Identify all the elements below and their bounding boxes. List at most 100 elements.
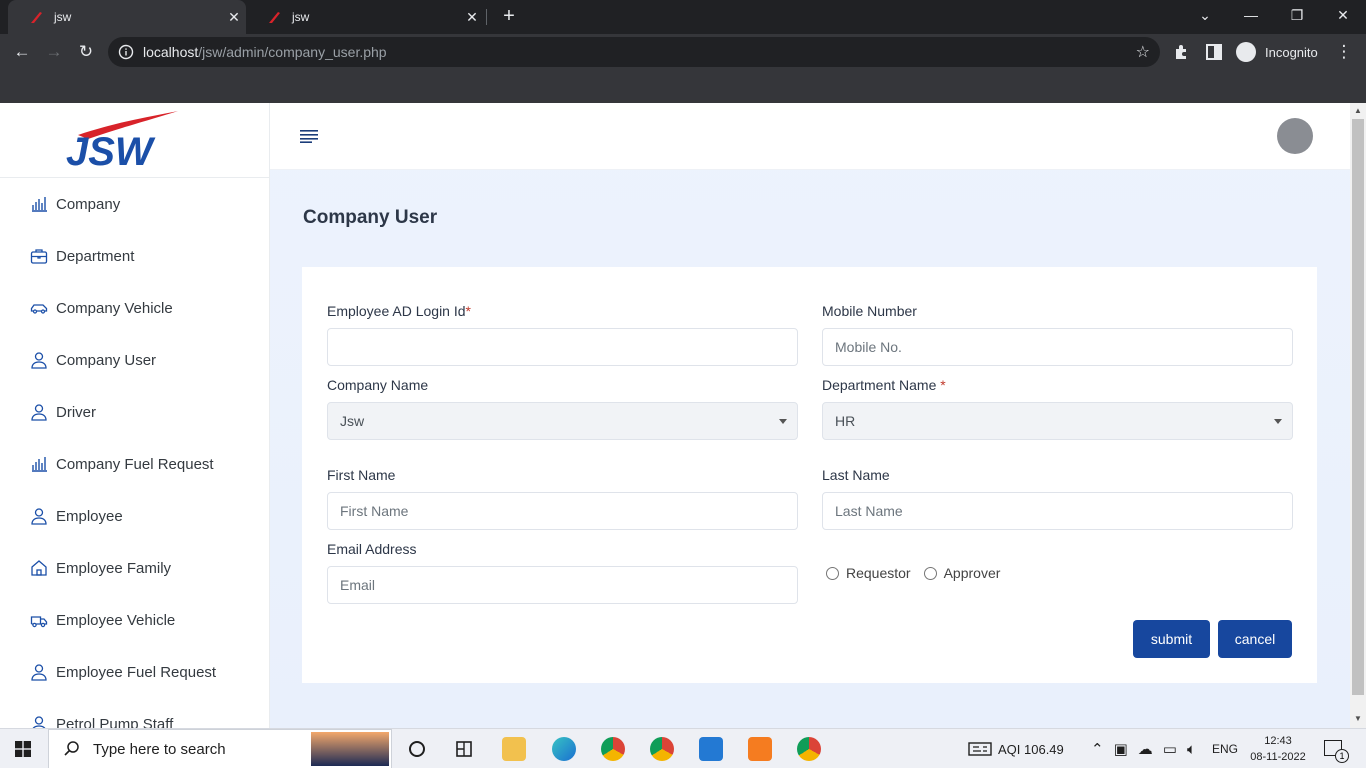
sidebar-item-employee-vehicle[interactable]: Employee Vehicle	[0, 594, 269, 646]
company-user-form: Employee AD Login Id* Mobile Number Comp…	[302, 267, 1317, 683]
user-avatar[interactable]	[1277, 118, 1313, 154]
extensions-puzzle-icon[interactable]	[1172, 42, 1192, 62]
reload-icon[interactable]: ↻	[74, 40, 98, 64]
bar-chart-icon	[32, 457, 47, 472]
forward-arrow-icon[interactable]: →	[42, 40, 66, 64]
bookmark-star-icon[interactable]: ☆	[1136, 42, 1150, 62]
onedrive-cloud-icon[interactable]: ☁	[1138, 740, 1153, 758]
sidebar-item-label: Company Fuel Request	[56, 455, 214, 473]
address-bar[interactable]: localhost/jsw/admin/company_user.php ☆	[108, 37, 1160, 67]
volume-icon[interactable]: 🔈︎	[1187, 741, 1196, 758]
browser-toolbar: ← → ↻ localhost/jsw/admin/company_user.p…	[0, 34, 1366, 70]
browser-menu-icon[interactable]: ⋮	[1332, 40, 1356, 64]
sidebar-item-company[interactable]: Company	[0, 178, 269, 230]
sidebar-item-company-user[interactable]: Company User	[0, 334, 269, 386]
side-panel-icon[interactable]	[1204, 42, 1224, 62]
incognito-indicator[interactable]: Incognito	[1236, 41, 1318, 63]
sidebar-item-label: Company	[56, 195, 121, 213]
scrollbar-thumb[interactable]	[1352, 119, 1364, 695]
vscode-icon[interactable]	[699, 737, 723, 761]
notification-center-icon[interactable]: 1	[1324, 740, 1349, 763]
sidebar: JSW Company Department Company Vehicle C…	[0, 103, 270, 728]
page-scrollbar[interactable]: ▲ ▼	[1350, 103, 1366, 728]
tab-search-chevron-icon[interactable]: ⌄	[1182, 0, 1228, 30]
sidebar-item-employee-family[interactable]: Employee Family	[0, 542, 269, 594]
file-explorer-icon[interactable]	[502, 737, 526, 761]
sidebar-item-company-fuel-request[interactable]: Company Fuel Request	[0, 438, 269, 490]
chrome-icon[interactable]	[601, 737, 625, 761]
clock-date: 08-11-2022	[1250, 751, 1306, 763]
taskbar-clock[interactable]: 12:43 08-11-2022	[1250, 733, 1306, 765]
sidebar-item-label: Employee Family	[56, 559, 172, 577]
top-navbar	[270, 103, 1350, 170]
sidebar-item-petrol-pump-staff[interactable]: Petrol Pump Staff	[0, 698, 269, 728]
sidebar-item-driver[interactable]: Driver	[0, 386, 269, 438]
employee-ad-login-label: Employee AD Login Id*	[327, 303, 471, 319]
chrome-profile-icon[interactable]	[797, 737, 821, 761]
briefcase-icon	[30, 249, 48, 264]
sidebar-item-label: Company Vehicle	[56, 299, 173, 317]
battery-icon[interactable]: ▭	[1163, 740, 1177, 758]
search-highlight-image	[311, 732, 389, 766]
department-name-select[interactable]: HR	[822, 402, 1293, 440]
scroll-down-icon[interactable]: ▼	[1353, 714, 1363, 724]
chevron-up-icon[interactable]: ⌃	[1091, 740, 1104, 758]
tab-title: jsw	[292, 10, 310, 24]
restore-icon[interactable]: ❐	[1274, 0, 1320, 30]
user-icon	[31, 508, 47, 525]
sidebar-item-company-vehicle[interactable]: Company Vehicle	[0, 282, 269, 334]
page-title: Company User	[303, 207, 438, 228]
sidebar-item-label: Department	[56, 247, 135, 265]
sidebar-item-employee-fuel-request[interactable]: Employee Fuel Request	[0, 646, 269, 698]
sidebar-item-department[interactable]: Department	[0, 230, 269, 282]
url-path: /jsw/admin/company_user.php	[198, 44, 387, 60]
jsw-logo[interactable]: JSW	[0, 103, 269, 178]
logo-text: JSW	[66, 130, 156, 173]
email-input[interactable]	[327, 566, 798, 604]
xampp-icon[interactable]	[748, 737, 772, 761]
sidebar-item-employee[interactable]: Employee	[0, 490, 269, 542]
aqi-widget[interactable]: AQI 106.49	[968, 729, 1064, 768]
mobile-number-input[interactable]	[822, 328, 1293, 366]
close-tab-icon[interactable]: ✕	[226, 9, 242, 25]
taskbar-search-box[interactable]: Type here to search	[48, 729, 392, 768]
site-info-icon[interactable]	[118, 44, 134, 60]
windows-start-icon[interactable]	[15, 741, 31, 757]
meet-now-icon[interactable]: ▣	[1114, 740, 1128, 758]
sidebar-item-label: Petrol Pump Staff	[56, 715, 174, 729]
widgets-icon[interactable]	[452, 737, 476, 761]
tab-title: jsw	[54, 10, 72, 24]
company-name-select[interactable]: Jsw	[327, 402, 798, 440]
url-host: localhost	[143, 44, 199, 60]
cancel-button[interactable]: cancel	[1218, 620, 1292, 658]
notification-badge: 1	[1335, 749, 1349, 763]
language-indicator[interactable]: ENG	[1212, 729, 1238, 768]
edge-browser-icon[interactable]	[552, 737, 576, 761]
bookmarks-bar	[0, 70, 1366, 103]
approver-radio[interactable]	[923, 566, 937, 580]
last-name-input[interactable]	[822, 492, 1293, 530]
jsw-favicon-icon	[266, 9, 282, 25]
department-name-label: Department Name *	[822, 377, 946, 393]
window-close-icon[interactable]: ✕	[1320, 0, 1366, 30]
browser-tab-1[interactable]: jsw ✕	[8, 0, 246, 34]
first-name-input[interactable]	[327, 492, 798, 530]
chevron-down-icon	[779, 419, 787, 424]
aqi-widget-icon	[968, 742, 992, 756]
employee-ad-login-input[interactable]	[327, 328, 798, 366]
search-placeholder: Type here to search	[93, 740, 226, 758]
task-view-icon[interactable]	[405, 737, 429, 761]
close-tab-icon[interactable]: ✕	[464, 9, 480, 25]
minimize-icon[interactable]: —	[1228, 0, 1274, 30]
selected-value: Jsw	[340, 413, 365, 429]
new-tab-icon[interactable]: +	[498, 5, 520, 27]
browser-tab-2[interactable]: jsw ✕	[246, 0, 484, 34]
search-icon	[64, 741, 79, 756]
hamburger-menu-icon[interactable]	[300, 129, 318, 143]
requestor-radio[interactable]	[826, 566, 839, 580]
chrome-incognito-icon[interactable]	[650, 737, 674, 761]
back-arrow-icon[interactable]: ←	[10, 40, 34, 64]
scroll-up-icon[interactable]: ▲	[1353, 106, 1363, 116]
required-mark: *	[465, 303, 471, 319]
submit-button[interactable]: submit	[1133, 620, 1210, 658]
